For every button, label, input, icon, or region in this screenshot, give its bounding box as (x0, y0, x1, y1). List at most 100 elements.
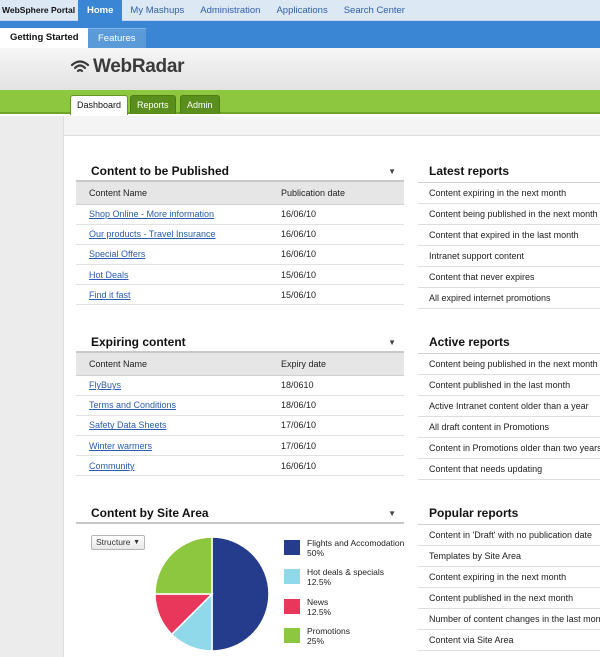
expiring-portlet: Expiring content ▼ Content Name Expiry d… (76, 331, 404, 477)
legend-swatch (284, 599, 300, 614)
portal-brand: WebSphere Portal (2, 5, 76, 15)
nav-applications[interactable]: Applications (268, 0, 335, 21)
content-link[interactable]: Find it fast (89, 290, 131, 300)
portlet-title: Content to be Published (91, 164, 229, 178)
tab-features[interactable]: Features (88, 28, 146, 48)
portlet-menu-icon[interactable]: ▼ (388, 338, 396, 347)
content-link[interactable]: Shop Online - More information (89, 209, 214, 219)
table-row: Shop Online - More information 16/06/10 (76, 204, 404, 225)
report-item[interactable]: Content that never expires (418, 267, 600, 288)
report-item[interactable]: Content in 'Draft' with no publication d… (418, 525, 600, 546)
app-tab-bar: Dashboard Reports Admin (0, 90, 600, 115)
report-item[interactable]: Content that needs updating (418, 459, 600, 480)
column-header[interactable]: Expiry date (281, 353, 404, 376)
app-header: WebRadar (0, 48, 600, 90)
tab-getting-started[interactable]: Getting Started (0, 28, 89, 48)
table-row: Winter warmers 17/06/10 (76, 435, 404, 457)
legend-percent: 12.5% (307, 607, 332, 617)
date-cell: 18/0610 (281, 375, 404, 396)
latest-title-bar: Latest reports (418, 160, 600, 182)
report-item[interactable]: Content via Site Area (418, 630, 600, 651)
portlet-title: Latest reports (429, 164, 510, 178)
publish-portlet: Content to be Published ▼ Content Name P… (76, 160, 404, 306)
table-row: Safety Data Sheets 17/06/10 (76, 415, 404, 437)
date-cell: 15/06/10 (281, 284, 404, 306)
nav-search-center[interactable]: Search Center (336, 0, 413, 21)
nav-home[interactable]: Home (78, 0, 123, 21)
report-item[interactable]: Content that expired in the last month (418, 225, 600, 246)
date-cell: 16/06/10 (281, 224, 404, 245)
report-item[interactable]: Content published in the last month (418, 375, 600, 396)
webradar-logo: WebRadar (70, 56, 185, 78)
date-cell: 16/06/10 (281, 244, 404, 266)
structure-select[interactable]: Structure ▼ (91, 535, 145, 550)
active-reports-portlet: Active reports Content being published i… (418, 331, 600, 480)
legend-swatch (284, 569, 300, 584)
table-row: Community 16/06/10 (76, 455, 404, 477)
active-title-bar: Active reports (418, 331, 600, 353)
date-cell: 16/06/10 (281, 204, 404, 225)
content-link[interactable]: Special Offers (89, 249, 145, 259)
report-item[interactable]: Content being published in the next mont… (418, 354, 600, 375)
table-row: Find it fast 15/06/10 (76, 284, 404, 306)
column-header[interactable]: Content Name (76, 353, 281, 376)
portal-nav: Home My Mashups Administration Applicati… (78, 0, 413, 21)
report-item[interactable]: Content being published in the next mont… (418, 204, 600, 225)
column-header[interactable]: Publication date (281, 182, 404, 205)
legend-percent: 25% (307, 636, 325, 646)
legend-percent: 50% (307, 548, 325, 558)
portlet-menu-icon[interactable]: ▼ (388, 167, 396, 176)
portal-subtab-bar: Getting Started Features (0, 21, 600, 48)
content-toolbar (64, 116, 600, 136)
left-column (0, 116, 64, 657)
site-area-portlet: Content by Site Area ▼ Structure ▼ Fligh… (76, 502, 404, 657)
report-list: Content expiring in the next month Conte… (418, 182, 600, 309)
content-link[interactable]: FlyBuys (89, 380, 121, 390)
content-link[interactable]: Our products - Travel Insurance (89, 229, 216, 239)
report-item[interactable]: Active Intranet content older than a yea… (418, 396, 600, 417)
content-link[interactable]: Safety Data Sheets (89, 420, 167, 430)
report-item[interactable]: Content in Promotions older than two yea… (418, 438, 600, 459)
tab-dashboard[interactable]: Dashboard (70, 95, 129, 115)
latest-reports-portlet: Latest reports Content expiring in the n… (418, 160, 600, 309)
table-row: FlyBuys 18/0610 (76, 375, 404, 396)
table-row: Terms and Conditions 18/06/10 (76, 395, 404, 416)
report-item[interactable]: Templates by Site Area (418, 546, 600, 567)
report-list: Content in 'Draft' with no publication d… (418, 524, 600, 651)
publish-title-bar: Content to be Published ▼ (76, 160, 404, 182)
legend-label: Hot deals & specials (307, 567, 385, 577)
portlet-menu-icon[interactable]: ▼ (388, 509, 396, 518)
date-cell: 17/06/10 (281, 415, 404, 437)
date-cell: 16/06/10 (281, 455, 404, 477)
report-item[interactable]: Content expiring in the next month (418, 567, 600, 588)
portal-top-bar: WebSphere Portal Home My Mashups Adminis… (0, 0, 600, 21)
legend-label: News (307, 597, 329, 607)
content-link[interactable]: Terms and Conditions (89, 400, 176, 410)
chevron-down-icon: ▼ (133, 539, 140, 546)
portlet-title: Active reports (429, 335, 510, 349)
report-item[interactable]: All expired internet promotions (418, 288, 600, 309)
structure-select-value: Structure (96, 537, 131, 547)
site-area-title-bar: Content by Site Area ▼ (76, 502, 404, 524)
table-row: Hot Deals 15/06/10 (76, 264, 404, 286)
content-link[interactable]: Community (89, 461, 135, 471)
content-link[interactable]: Hot Deals (89, 270, 129, 280)
report-item[interactable]: Intranet support content (418, 246, 600, 267)
popular-reports-portlet: Popular reports Content in 'Draft' with … (418, 502, 600, 651)
column-header[interactable]: Content Name (76, 182, 281, 205)
report-item[interactable]: Number of content changes in the last mo… (418, 609, 600, 630)
report-item[interactable]: Content expiring in the next month (418, 183, 600, 204)
date-cell: 17/06/10 (281, 435, 404, 457)
nav-administration[interactable]: Administration (192, 0, 268, 21)
report-item[interactable]: All draft content in Promotions (418, 417, 600, 438)
site-area-pie-chart (154, 536, 270, 652)
radar-waves-icon (70, 60, 90, 73)
content-link[interactable]: Winter warmers (89, 441, 152, 451)
pie-slice (211, 536, 270, 652)
report-item[interactable]: Content published in the next month (418, 588, 600, 609)
tab-admin[interactable]: Admin (180, 95, 220, 114)
tab-reports[interactable]: Reports (130, 95, 176, 114)
nav-my-mashups[interactable]: My Mashups (122, 0, 192, 21)
expiring-title-bar: Expiring content ▼ (76, 331, 404, 353)
date-cell: 18/06/10 (281, 395, 404, 416)
